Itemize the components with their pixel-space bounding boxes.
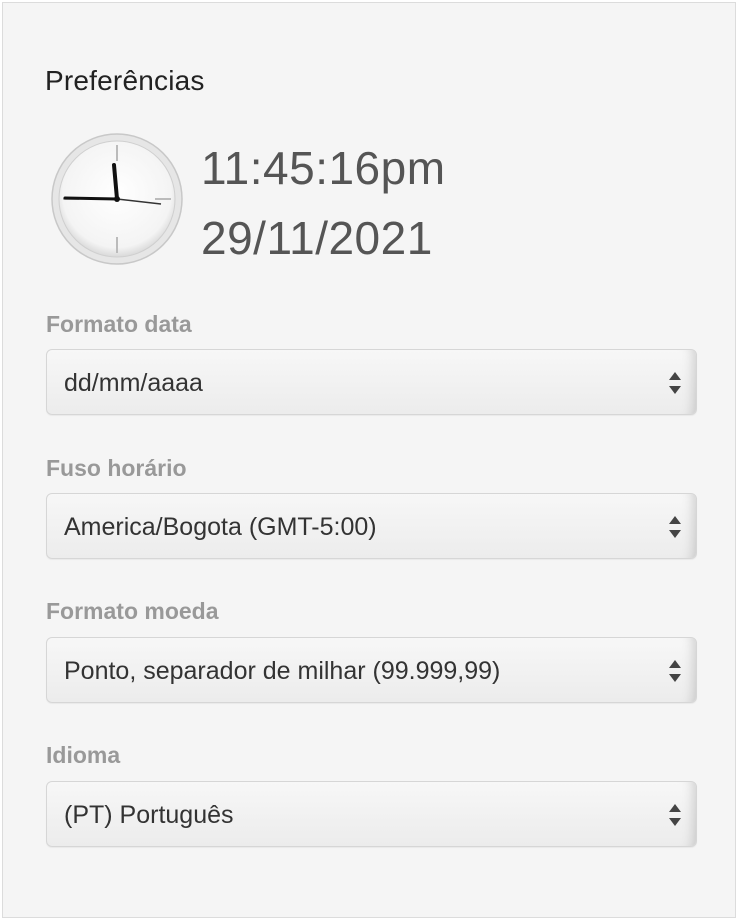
language-label: Idioma: [46, 742, 121, 768]
timezone-select[interactable]: America/Bogota (GMT-5:00): [46, 493, 697, 559]
language-select[interactable]: (PT) Português: [46, 781, 697, 847]
select-arrows-icon: [669, 372, 681, 394]
panel-title: Preferências: [45, 65, 205, 96]
current-time: 11:45:16pm: [201, 142, 446, 194]
date-format-select[interactable]: dd/mm/aaaa: [46, 349, 697, 415]
date-format-value: dd/mm/aaaa: [64, 369, 203, 397]
currency-format-value: Ponto, separador de milhar (99.999,99): [64, 657, 501, 685]
timezone-value: America/Bogota (GMT-5:00): [64, 513, 377, 541]
currency-format-label: Formato moeda: [46, 598, 219, 624]
preferences-panel: Preferências 11:45:16pm 29/11/2021 Forma…: [2, 2, 736, 918]
analog-clock-icon: [51, 133, 183, 265]
currency-format-select[interactable]: Ponto, separador de milhar (99.999,99): [46, 637, 697, 703]
select-arrows-icon: [669, 516, 681, 538]
language-value: (PT) Português: [64, 801, 234, 829]
timezone-label: Fuso horário: [46, 455, 187, 481]
select-arrows-icon: [669, 660, 681, 682]
current-date: 29/11/2021: [201, 212, 433, 264]
select-arrows-icon: [669, 804, 681, 826]
date-format-label: Formato data: [46, 311, 192, 337]
